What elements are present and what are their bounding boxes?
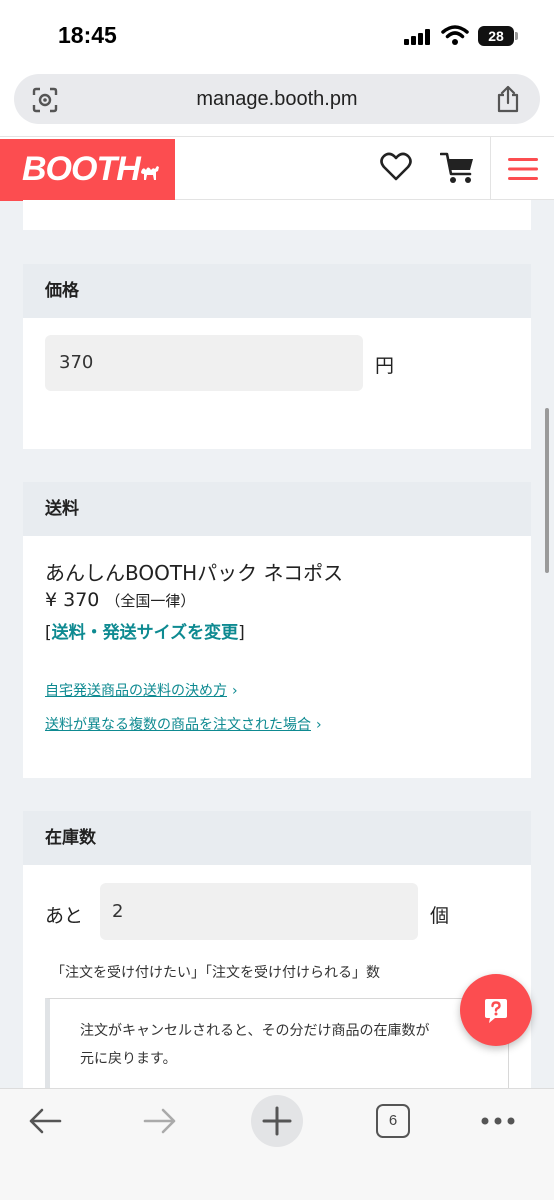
plus-icon	[262, 1106, 292, 1136]
forward-icon[interactable]	[143, 1107, 177, 1135]
stock-note-line-2: 元に戻ります。	[80, 1051, 177, 1067]
help-link-multiple-items-label[interactable]: 送料が異なる複数の商品を注文された場合	[45, 717, 311, 733]
price-unit: 円	[375, 355, 395, 377]
shipping-card: 送料 あんしんBOOTHパック ネコポス ¥ 370 （全国一律） [送料・発送サ…	[23, 482, 531, 778]
status-bar: 18:45 28	[0, 0, 554, 70]
stock-note-line-1: 注文がキャンセルされると、その分だけ商品の在庫数が	[80, 1023, 430, 1039]
stock-card: 在庫数 あと 2 個 「注文を受け付けたい」「注文を受け付けられる」数 注文がキ…	[23, 811, 531, 1108]
stock-input[interactable]: 2	[100, 883, 418, 940]
stock-unit: 個	[430, 905, 450, 927]
chevron-right-icon: ›	[316, 717, 322, 733]
battery-tip	[515, 32, 518, 40]
browser-toolbar: manage.booth.pm	[0, 70, 554, 136]
bracket-open: [	[45, 623, 52, 643]
help-link-multiple-items[interactable]: 送料が異なる複数の商品を注文された場合 ›	[45, 714, 322, 734]
help-button[interactable]	[460, 974, 532, 1046]
cart-icon[interactable]	[440, 150, 476, 186]
bracket-close: ]	[238, 623, 245, 643]
booth-logo[interactable]: BOOTH	[0, 139, 175, 201]
shipping-section-title: 送料	[23, 482, 531, 536]
shipping-price-note: （全国一律）	[105, 592, 196, 610]
price-card: 価格 370 円	[23, 264, 531, 449]
logo-text: BOOTH	[22, 150, 141, 188]
url-text[interactable]: manage.booth.pm	[14, 88, 540, 111]
help-icon	[485, 999, 507, 1023]
more-icon[interactable]	[481, 1117, 515, 1125]
shipping-price-value: ¥ 370	[45, 589, 100, 611]
heart-icon[interactable]	[380, 152, 412, 182]
scrollbar[interactable]	[545, 408, 549, 573]
stock-section-title: 在庫数	[23, 811, 531, 865]
stock-label: 「注文を受け付けたい」「注文を受け付けられる」数	[51, 965, 380, 981]
browser-bottom-bar: 6	[0, 1088, 554, 1200]
tabs-button[interactable]: 6	[376, 1104, 410, 1138]
shipping-change: [送料・発送サイズを変更]	[45, 618, 245, 643]
signal-icon	[404, 29, 430, 45]
address-bar[interactable]: manage.booth.pm	[14, 74, 540, 124]
battery-icon: 28	[478, 26, 514, 46]
shipping-method: あんしんBOOTHパック ネコポス	[45, 561, 344, 585]
header-divider	[490, 137, 491, 201]
new-tab-button[interactable]	[251, 1095, 303, 1147]
camel-icon	[141, 166, 159, 180]
chevron-right-icon: ›	[232, 683, 238, 699]
wifi-icon	[441, 25, 469, 45]
menu-icon[interactable]	[508, 157, 538, 181]
stock-prefix: あと	[45, 905, 84, 927]
shipping-price: ¥ 370 （全国一律）	[45, 589, 195, 611]
price-section-title: 価格	[23, 264, 531, 318]
back-icon[interactable]	[28, 1107, 62, 1135]
price-input[interactable]: 370	[45, 335, 363, 391]
share-icon[interactable]	[496, 85, 520, 113]
app-header: BOOTH	[0, 136, 554, 201]
change-shipping-link[interactable]: 送料・発送サイズを変更	[52, 623, 239, 643]
status-time: 18:45	[58, 22, 117, 48]
help-link-shipping-cost-label[interactable]: 自宅発送商品の送料の決め方	[45, 683, 227, 699]
previous-section-card	[23, 200, 531, 230]
help-link-shipping-cost[interactable]: 自宅発送商品の送料の決め方 ›	[45, 680, 238, 700]
